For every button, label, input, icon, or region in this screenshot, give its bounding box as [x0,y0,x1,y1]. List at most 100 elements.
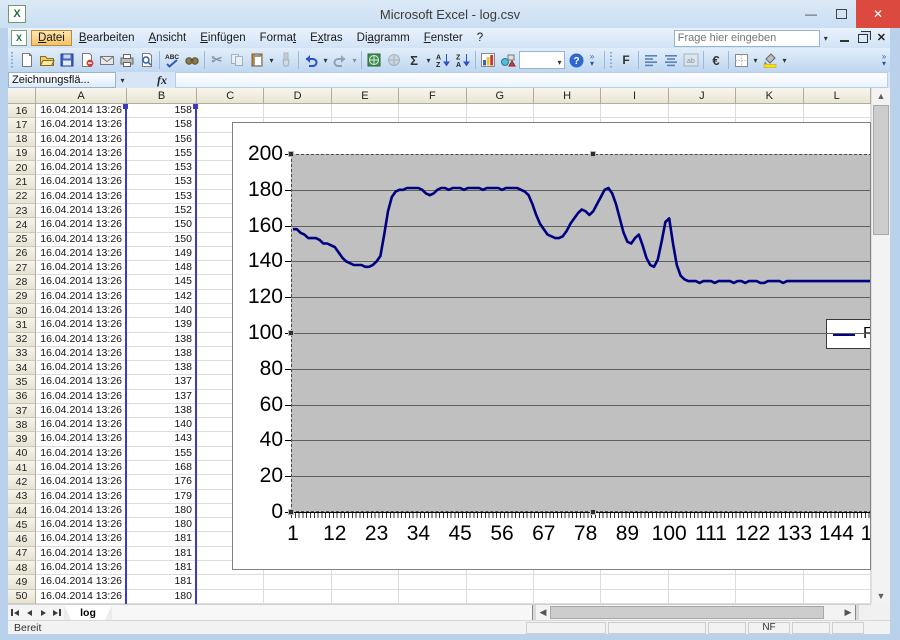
column-header-E[interactable]: E [332,88,399,104]
row-header-30[interactable]: 30 [8,304,36,318]
row-header-26[interactable]: 26 [8,247,36,261]
cell-empty[interactable] [601,104,668,118]
column-header-K[interactable]: K [736,88,803,104]
cell-value[interactable]: 138 [127,404,197,418]
cell-empty[interactable] [669,590,736,604]
cell-date[interactable]: 16.04.2014 13:26 [36,347,127,361]
zoom-combobox[interactable] [519,51,565,69]
chart-wizard-button[interactable] [478,50,498,70]
email-button[interactable] [97,50,117,70]
cell-empty[interactable] [467,104,534,118]
cell-value[interactable]: 152 [127,204,197,218]
format-toolbar-gripper[interactable] [609,52,614,68]
menu-datei[interactable]: Datei [31,30,72,46]
select-all-corner[interactable] [8,88,36,104]
row-header-17[interactable]: 17 [8,118,36,132]
cell-empty[interactable] [399,590,466,604]
vertical-scroll-thumb[interactable] [873,105,889,235]
cell-value[interactable]: 168 [127,461,197,475]
menu-extras[interactable]: Extras [303,30,350,46]
cell-date[interactable]: 16.04.2014 13:26 [36,147,127,161]
cell-date[interactable]: 16.04.2014 13:26 [36,318,127,332]
column-header-G[interactable]: G [467,88,534,104]
cell-value[interactable]: 139 [127,318,197,332]
research-button[interactable] [182,50,202,70]
cell-date[interactable]: 16.04.2014 13:26 [36,290,127,304]
menu-einfgen[interactable]: Einfügen [193,30,252,46]
cell-date[interactable]: 16.04.2014 13:26 [36,233,127,247]
workbook-minimize-icon[interactable] [840,40,849,42]
row-header-34[interactable]: 34 [8,361,36,375]
menu-ansicht[interactable]: Ansicht [142,30,194,46]
plot-selection-handle[interactable] [288,151,294,157]
cell-empty[interactable] [736,575,803,589]
cell-empty[interactable] [399,104,466,118]
zoom-dropdown-icon[interactable] [555,52,564,72]
spelling-button[interactable]: ABC [162,50,182,70]
column-header-H[interactable]: H [534,88,601,104]
cell-empty[interactable] [669,104,736,118]
formula-input[interactable] [175,72,888,88]
ask-dropdown-icon[interactable]: ▾ [820,30,832,47]
cell-date[interactable]: 16.04.2014 13:26 [36,532,127,546]
cell-date[interactable]: 16.04.2014 13:26 [36,104,127,118]
row-header-38[interactable]: 38 [8,418,36,432]
drawing-button[interactable] [498,50,518,70]
chart[interactable]: Reihe1 020406080100120140160180200112233… [232,122,871,570]
column-header-F[interactable]: F [399,88,466,104]
cell-value[interactable]: 142 [127,290,197,304]
undo-button[interactable] [301,50,321,70]
column-header-C[interactable]: C [197,88,264,104]
cell-value[interactable]: 153 [127,190,197,204]
zoom-input[interactable] [520,52,554,68]
workbook-close-icon[interactable]: ✕ [877,33,886,43]
row-header-16[interactable]: 16 [8,104,36,118]
chart-source-range-handle[interactable] [123,104,128,109]
cell-empty[interactable] [264,575,331,589]
cell-date[interactable]: 16.04.2014 13:26 [36,590,127,604]
cell-empty[interactable] [197,590,264,604]
cell-value[interactable]: 150 [127,218,197,232]
cell-empty[interactable] [534,104,601,118]
plot-selection-handle[interactable] [590,509,596,515]
cell-date[interactable]: 16.04.2014 13:26 [36,204,127,218]
autosum-button[interactable]: Σ [404,50,424,70]
row-header-43[interactable]: 43 [8,490,36,504]
borders-dropdown-icon[interactable] [751,50,760,70]
hscroll-left-icon[interactable]: ◀ [536,605,550,620]
row-header-36[interactable]: 36 [8,390,36,404]
prev-sheet-button[interactable] [22,605,36,620]
row-header-48[interactable]: 48 [8,561,36,575]
cell-date[interactable]: 16.04.2014 13:26 [36,390,127,404]
plot-selection-handle[interactable] [590,151,596,157]
plot-selection-handle[interactable] [288,330,294,336]
cell-date[interactable]: 16.04.2014 13:26 [36,218,127,232]
horizontal-scrollbar[interactable] [550,605,841,620]
cell-empty[interactable] [399,575,466,589]
cell-empty[interactable] [534,575,601,589]
cell-empty[interactable] [736,590,803,604]
column-header-D[interactable]: D [264,88,331,104]
cell-value[interactable]: 155 [127,447,197,461]
cut-button[interactable]: ✂ [207,50,227,70]
column-header-L[interactable]: L [804,88,871,104]
row-header-27[interactable]: 27 [8,261,36,275]
cell-empty[interactable] [332,104,399,118]
row-header-45[interactable]: 45 [8,518,36,532]
cell-value[interactable]: 138 [127,333,197,347]
redo-dropdown-icon[interactable] [350,50,359,70]
row-header-49[interactable]: 49 [8,575,36,589]
merge-center-button[interactable]: ab [681,50,701,70]
row-header-21[interactable]: 21 [8,175,36,189]
row-header-20[interactable]: 20 [8,161,36,175]
chart-legend[interactable]: Reihe1 [826,319,871,349]
cell-empty[interactable] [601,590,668,604]
row-header-31[interactable]: 31 [8,318,36,332]
cell-date[interactable]: 16.04.2014 13:26 [36,461,127,475]
row-header-47[interactable]: 47 [8,547,36,561]
help-button[interactable]: ? [566,50,586,70]
menu-fenster[interactable]: Fenster [417,30,470,46]
paste-dropdown-icon[interactable] [267,50,276,70]
cell-value[interactable]: 140 [127,304,197,318]
chart-source-range-handle[interactable] [193,104,198,109]
